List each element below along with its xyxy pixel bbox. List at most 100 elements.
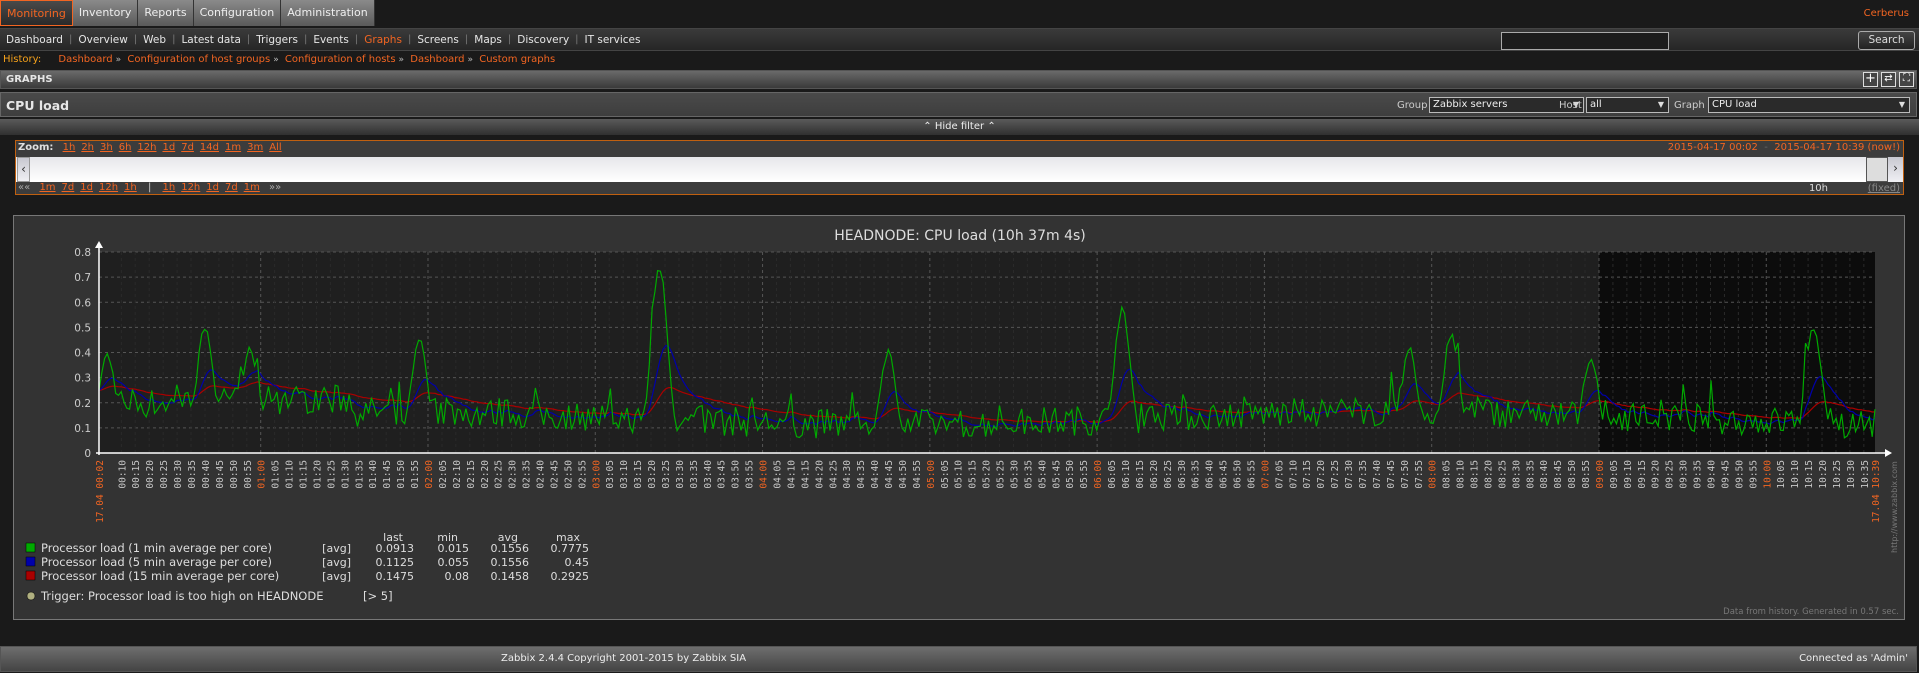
- submenu-discovery[interactable]: Discovery: [511, 34, 575, 46]
- menu-tab-configuration[interactable]: Configuration: [193, 0, 282, 26]
- x-tick-label: 10:15: [1804, 460, 1815, 489]
- graph-select[interactable]: CPU load ▼: [1708, 97, 1910, 113]
- back-link-1h[interactable]: 1h: [124, 182, 137, 193]
- submenu-overview[interactable]: Overview: [72, 34, 133, 46]
- search-button[interactable]: Search: [1858, 31, 1915, 50]
- submenu-web[interactable]: Web: [137, 34, 172, 46]
- cpu-load-chart[interactable]: HEADNODE: CPU load (10h 37m 4s) 0 0.1 0.2 0…: [14, 216, 1906, 621]
- scroll-right-arrow-icon[interactable]: ›: [1888, 157, 1903, 182]
- back-link-1m[interactable]: 1m: [39, 182, 55, 193]
- x-tick-label: 05:55: [1079, 460, 1090, 489]
- submenu-it-services[interactable]: IT services: [579, 34, 647, 46]
- x-tick-label: 00:10: [117, 460, 128, 489]
- x-tick-label: 01:35: [354, 460, 365, 489]
- fwd-link-1m[interactable]: 1m: [244, 182, 260, 193]
- menu-tab-administration[interactable]: Administration: [281, 0, 375, 26]
- zoom-link-14d[interactable]: 14d: [200, 142, 219, 153]
- add-to-favourites-icon[interactable]: +: [1863, 72, 1878, 87]
- menu-tab-monitoring[interactable]: Monitoring: [0, 0, 73, 26]
- history-link[interactable]: Configuration of host groups: [127, 54, 270, 65]
- x-tick-label: 04:45: [884, 460, 895, 489]
- x-tick-label: 06:15: [1135, 460, 1146, 489]
- menu-tab-reports[interactable]: Reports: [138, 0, 194, 26]
- host-select[interactable]: all ▼: [1586, 97, 1669, 113]
- zoom-link-7d[interactable]: 7d: [181, 142, 194, 153]
- x-hour-label: 03:00: [591, 460, 602, 489]
- x-tick-label: 09:30: [1679, 460, 1690, 489]
- fwd-link-1d[interactable]: 1d: [206, 182, 219, 193]
- x-tick-label: 04:25: [828, 460, 839, 489]
- back-link-7d[interactable]: 7d: [62, 182, 75, 193]
- x-tick-label: 00:40: [201, 460, 212, 489]
- submenu-latest-data[interactable]: Latest data: [175, 34, 246, 46]
- legend-avg-value: 0.1556: [491, 542, 530, 555]
- fullscreen-icon[interactable]: ⛶: [1899, 72, 1914, 87]
- x-tick-label: 08:20: [1483, 460, 1494, 489]
- x-tick-label: 05:30: [1009, 460, 1020, 489]
- scroll-handle[interactable]: [1866, 157, 1888, 182]
- zoom-link-2h[interactable]: 2h: [81, 142, 94, 153]
- x-tick-label: 09:40: [1707, 460, 1718, 489]
- zoom-link-1m[interactable]: 1m: [225, 142, 241, 153]
- x-tick-label: 05:10: [954, 460, 965, 489]
- x-tick-label: 03:30: [675, 460, 686, 489]
- scroll-left-arrow-icon[interactable]: ‹: [17, 157, 30, 182]
- submenu-events[interactable]: Events: [307, 34, 355, 46]
- legend-func: [avg]: [322, 542, 351, 555]
- submenu-triggers[interactable]: Triggers: [250, 34, 304, 46]
- x-tick-label: 10:25: [1832, 460, 1843, 489]
- fwd-link-7d[interactable]: 7d: [225, 182, 238, 193]
- x-tick-label: 01:20: [312, 460, 323, 489]
- x-tick-label: 03:45: [717, 460, 728, 489]
- x-tick-label: 07:35: [1358, 460, 1369, 489]
- x-hour-label: 05:00: [926, 460, 937, 489]
- submenu-graphs[interactable]: Graphs: [358, 34, 408, 46]
- submenu-maps[interactable]: Maps: [468, 34, 508, 46]
- history-link[interactable]: Dashboard: [410, 54, 464, 65]
- refresh-icon[interactable]: ⇄: [1881, 72, 1896, 87]
- period-navigation: «« 1m 7d 1d 12h 1h | 1h 12h 1d 7d 1m »»: [18, 182, 287, 193]
- x-hour-label: 06:00: [1093, 460, 1104, 489]
- zoom-link-12h[interactable]: 12h: [137, 142, 156, 153]
- back-link-1d[interactable]: 1d: [80, 182, 93, 193]
- zoom-link-1d[interactable]: 1d: [162, 142, 175, 153]
- breadcrumb-separator: »: [467, 55, 474, 65]
- x-tick-label: 03:20: [647, 460, 658, 489]
- zoom-link-all[interactable]: All: [269, 142, 281, 153]
- x-hour-label: 04:00: [759, 460, 770, 489]
- x-tick-label: 01:30: [340, 460, 351, 489]
- x-tick-label: 01:55: [410, 460, 421, 489]
- x-tick-label: 05:15: [968, 460, 979, 489]
- back-link-12h[interactable]: 12h: [99, 182, 118, 193]
- zoom-link-3h[interactable]: 3h: [100, 142, 113, 153]
- x-tick-label: 05:05: [940, 460, 951, 489]
- x-tick-label: 04:15: [800, 460, 811, 489]
- submenu-screens[interactable]: Screens: [411, 34, 465, 46]
- graph-container: HEADNODE: CPU load (10h 37m 4s) 0 0.1 0.2 0…: [13, 215, 1905, 620]
- submenu-dashboard[interactable]: Dashboard: [0, 34, 69, 46]
- history-link[interactable]: Dashboard: [58, 54, 112, 65]
- zoom-link-3m[interactable]: 3m: [247, 142, 263, 153]
- x-tick-label: 08:45: [1553, 460, 1564, 489]
- host-label: Host: [1559, 100, 1582, 111]
- zoom-link-1h[interactable]: 1h: [63, 142, 76, 153]
- zoom-link-6h[interactable]: 6h: [119, 142, 132, 153]
- legend-avg-value: 0.1556: [491, 556, 530, 569]
- search-input[interactable]: [1501, 32, 1669, 50]
- legend-series-name: Processor load (15 min average per core): [41, 569, 279, 583]
- x-hour-label: 02:00: [424, 460, 435, 489]
- hide-filter-toggle[interactable]: ⌃ Hide filter ⌃: [0, 119, 1919, 135]
- scroll-track[interactable]: ‹ ›: [16, 157, 1903, 182]
- x-hour-label: 10:00: [1762, 460, 1773, 489]
- fixed-toggle[interactable]: (fixed): [1868, 183, 1900, 194]
- x-tick-label: 05:25: [996, 460, 1007, 489]
- back-arrows: ««: [18, 182, 31, 193]
- x-tick-label: 06:25: [1163, 460, 1174, 489]
- fwd-link-12h[interactable]: 12h: [181, 182, 200, 193]
- y-tick-label: 0.2: [74, 398, 91, 410]
- fwd-link-1h[interactable]: 1h: [163, 182, 176, 193]
- menu-tab-inventory[interactable]: Inventory: [72, 0, 139, 26]
- history-link[interactable]: Configuration of hosts: [285, 54, 396, 65]
- user-link[interactable]: Cerberus: [1864, 8, 1909, 19]
- history-link[interactable]: Custom graphs: [479, 54, 555, 65]
